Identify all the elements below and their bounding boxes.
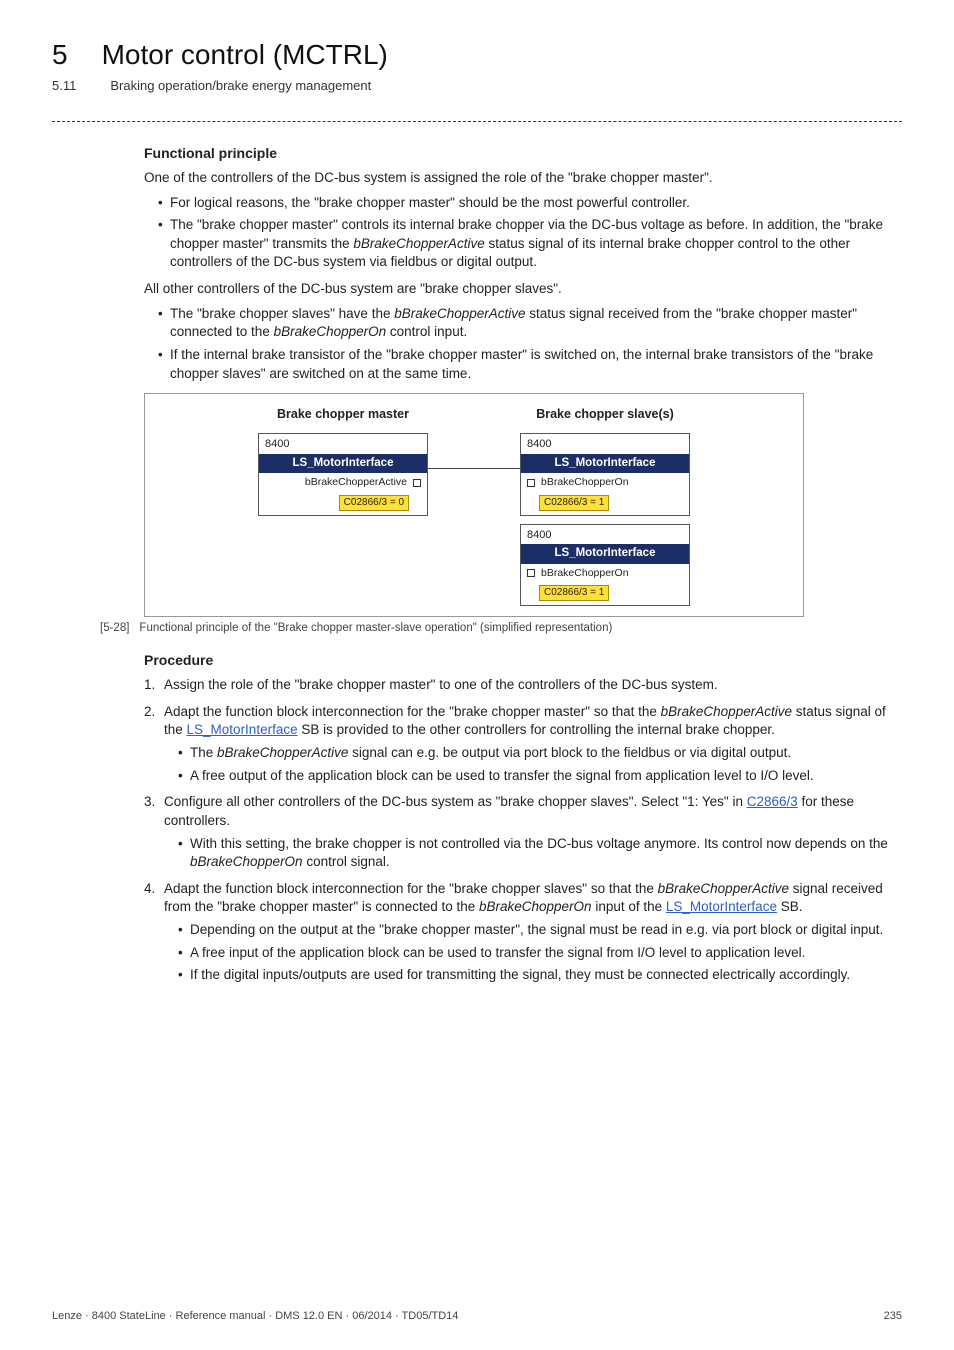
sub-bullet-list: Depending on the output at the "brake ch…	[164, 921, 898, 985]
footer-left: Lenze · 8400 StateLine · Reference manua…	[52, 1309, 458, 1324]
section-title: Braking operation/brake energy managemen…	[110, 77, 371, 95]
list-item: A free output of the application block c…	[178, 767, 898, 786]
text: input of the	[592, 899, 666, 914]
text-italic: bBrakeChopperActive	[353, 236, 484, 251]
text-italic: bBrakeChopperActive	[661, 704, 792, 719]
diagram-title-slave: Brake chopper slave(s)	[536, 406, 674, 423]
connector-line	[428, 468, 520, 469]
list-number: 2.	[144, 703, 155, 722]
link-ls-motorinterface[interactable]: LS_MotorInterface	[187, 722, 298, 737]
caption-text: Functional principle of the "Brake chopp…	[139, 621, 612, 637]
list-item: For logical reasons, the "brake chopper …	[158, 194, 898, 213]
text: control signal.	[303, 854, 390, 869]
list-item: A free input of the application block ca…	[178, 944, 898, 963]
signal-name: bBrakeChopperOn	[541, 566, 629, 580]
list-item: The "brake chopper master" controls its …	[158, 216, 898, 272]
text-italic: bBrakeChopperOn	[479, 899, 592, 914]
figure-caption: [5-28] Functional principle of the "Brak…	[144, 621, 898, 637]
list-item: 1. Assign the role of the "brake chopper…	[144, 676, 898, 695]
signal-name: bBrakeChopperOn	[541, 475, 629, 489]
link-c2866-3[interactable]: C2866/3	[747, 794, 798, 809]
page-footer: Lenze · 8400 StateLine · Reference manua…	[52, 1309, 902, 1324]
text: The "brake chopper slaves" have the	[170, 306, 394, 321]
sub-bullet-list: The bBrakeChopperActive signal can e.g. …	[164, 744, 898, 785]
list-item: With this setting, the brake chopper is …	[178, 835, 898, 872]
ls-motorinterface-label: LS_MotorInterface	[521, 544, 689, 564]
text: Assign the role of the "brake chopper ma…	[164, 677, 718, 692]
page-content: Functional principle One of the controll…	[52, 144, 902, 985]
bullet-list: The "brake chopper slaves" have the bBra…	[144, 305, 898, 384]
diagram-title-master: Brake chopper master	[277, 406, 409, 423]
diagram-block-slave: 8400 LS_MotorInterface bBrakeChopperOn C…	[520, 433, 690, 515]
port-icon	[527, 569, 535, 577]
device-label: 8400	[527, 437, 683, 452]
code-tag: C02866/3 = 1	[539, 495, 609, 511]
text: With this setting, the brake chopper is …	[190, 836, 888, 851]
text: SB is provided to the other controllers …	[298, 722, 775, 737]
code-tag: C02866/3 = 0	[339, 495, 409, 511]
list-item: 3. Configure all other controllers of th…	[144, 793, 898, 872]
heading-functional-principle: Functional principle	[144, 144, 898, 163]
code-tag: C02866/3 = 1	[539, 585, 609, 601]
text-italic: bBrakeChopperActive	[394, 306, 525, 321]
text-italic: bBrakeChopperOn	[190, 854, 303, 869]
chapter-number: 5	[52, 36, 68, 75]
numbered-list: 1. Assign the role of the "brake chopper…	[144, 676, 898, 985]
caption-number: [5-28]	[100, 621, 129, 637]
bullet-list: For logical reasons, the "brake chopper …	[144, 194, 898, 273]
heading-procedure: Procedure	[144, 651, 898, 670]
text-italic: bBrakeChopperActive	[658, 881, 789, 896]
text-italic: bBrakeChopperOn	[274, 324, 387, 339]
diagram-block-slave: 8400 LS_MotorInterface bBrakeChopperOn C…	[520, 524, 690, 606]
signal-name: bBrakeChopperActive	[305, 475, 407, 489]
text: signal can e.g. be output via port block…	[348, 745, 791, 760]
link-ls-motorinterface[interactable]: LS_MotorInterface	[666, 899, 777, 914]
ls-motorinterface-label: LS_MotorInterface	[521, 454, 689, 474]
section-header: 5.11 Braking operation/brake energy mana…	[52, 77, 902, 95]
text-italic: bBrakeChopperActive	[217, 745, 348, 760]
list-number: 4.	[144, 880, 155, 899]
list-item: If the digital inputs/outputs are used f…	[178, 966, 898, 985]
list-item: 2. Adapt the function block interconnect…	[144, 703, 898, 786]
page-header: 5 Motor control (MCTRL)	[52, 36, 902, 75]
ls-motorinterface-label: LS_MotorInterface	[259, 454, 427, 474]
paragraph: One of the controllers of the DC-bus sys…	[144, 169, 898, 188]
device-label: 8400	[265, 437, 421, 452]
text: Configure all other controllers of the D…	[164, 794, 747, 809]
diagram-brake-chopper: Brake chopper master 8400 LS_MotorInterf…	[144, 393, 804, 617]
diagram-block-master: 8400 LS_MotorInterface bBrakeChopperActi…	[258, 433, 428, 515]
diagram-col-slaves: Brake chopper slave(s) 8400 LS_MotorInte…	[520, 406, 690, 606]
chapter-title: Motor control (MCTRL)	[102, 36, 388, 75]
sub-bullet-list: With this setting, the brake chopper is …	[164, 835, 898, 872]
list-item: 4. Adapt the function block interconnect…	[144, 880, 898, 985]
diagram-col-master: Brake chopper master 8400 LS_MotorInterf…	[258, 406, 428, 606]
separator-dashed	[52, 121, 902, 122]
paragraph: All other controllers of the DC-bus syst…	[144, 280, 898, 299]
list-item: The bBrakeChopperActive signal can e.g. …	[178, 744, 898, 763]
list-item: The "brake chopper slaves" have the bBra…	[158, 305, 898, 342]
port-icon	[413, 479, 421, 487]
list-number: 1.	[144, 676, 155, 695]
text: SB.	[777, 899, 803, 914]
list-number: 3.	[144, 793, 155, 812]
page-number: 235	[884, 1309, 902, 1324]
list-item: If the internal brake transistor of the …	[158, 346, 898, 383]
text: Adapt the function block interconnection…	[164, 704, 661, 719]
list-item: Depending on the output at the "brake ch…	[178, 921, 898, 940]
text: The	[190, 745, 217, 760]
section-number: 5.11	[52, 77, 76, 95]
text: Adapt the function block interconnection…	[164, 881, 658, 896]
port-icon	[527, 479, 535, 487]
device-label: 8400	[527, 528, 683, 543]
text: control input.	[386, 324, 467, 339]
